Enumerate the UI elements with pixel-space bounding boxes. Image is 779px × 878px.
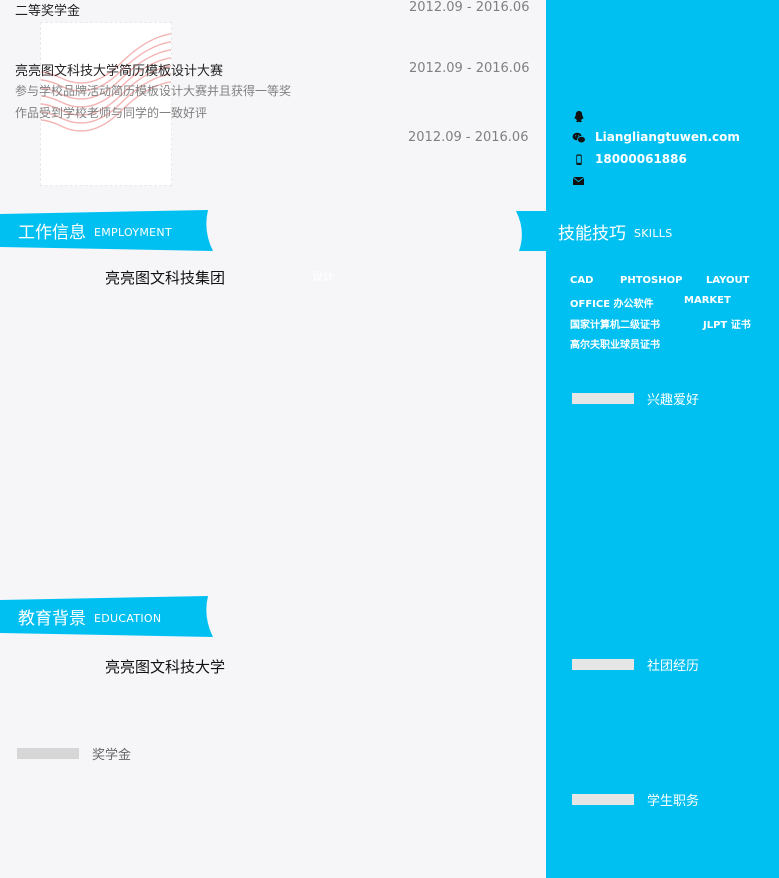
- skills-ribbon: 技能技巧 SKILLS: [515, 211, 779, 251]
- award-date: 2012.09 - 2016.06: [409, 61, 530, 76]
- wechat-icon: [572, 132, 586, 144]
- skill-tag: 国家计算机二级证书: [570, 320, 660, 331]
- award-date: 2012.09 - 2016.06: [408, 130, 529, 145]
- skill-tag: CAD: [570, 275, 594, 286]
- section-title-en: EMPLOYMENT: [94, 226, 172, 239]
- contact-phone-text: 18000061886: [595, 152, 687, 166]
- heading-bar: [17, 748, 79, 759]
- heading-label: 奖学金: [92, 748, 132, 763]
- award-title: 亮亮图文科技大学简历模板设计大赛: [15, 64, 224, 79]
- section-title: 技能技巧: [558, 224, 626, 244]
- school-name: 亮亮图文科技大学: [105, 658, 226, 676]
- skill-tag: LAYOUT: [706, 275, 750, 286]
- heading-bar: [572, 794, 634, 805]
- scholarship-heading: 奖学金: [17, 744, 177, 764]
- skill-tag: MARKET: [684, 295, 731, 306]
- skill-tag: 高尔夫职业球员证书: [570, 340, 660, 351]
- award-date: 2012.09 - 2016.06: [409, 0, 530, 15]
- award-description-line: 参与学校品牌活动简历模板设计大赛并且获得一等奖: [15, 84, 292, 98]
- hobbies-heading: 兴趣爱好: [572, 389, 752, 409]
- contact-wechat-text: Liangliangtuwen.com: [595, 130, 740, 144]
- clubs-heading: 社团经历: [572, 655, 752, 675]
- section-title-en: EDUCATION: [94, 612, 162, 625]
- section-title: 工作信息: [18, 223, 86, 243]
- skill-tag: JLPT 证书: [703, 320, 751, 331]
- envelope-icon: [572, 177, 585, 185]
- heading-label: 学生职务: [647, 794, 700, 809]
- award-description-line: 作品受到学校老师与同学的一致好评: [15, 106, 208, 120]
- education-ribbon: 教育背景 EDUCATION: [0, 596, 214, 637]
- roles-heading: 学生职务: [572, 790, 752, 810]
- company-name: 亮亮图文科技集团: [105, 269, 226, 287]
- mobile-phone-icon: [576, 154, 582, 165]
- heading-bar: [572, 393, 634, 404]
- section-title: 教育背景: [18, 609, 86, 629]
- heading-label: 兴趣爱好: [647, 393, 700, 408]
- award-title: 二等奖学金: [15, 4, 81, 19]
- heading-label: 社团经历: [647, 659, 700, 674]
- skill-tag: PHTOSHOP: [620, 275, 683, 286]
- employment-ribbon: 工作信息 EMPLOYMENT: [0, 210, 214, 251]
- skill-tag: OFFICE 办公软件: [570, 299, 654, 310]
- qq-icon: [574, 111, 584, 123]
- heading-bar: [572, 659, 634, 670]
- section-title-en: SKILLS: [634, 227, 673, 240]
- ghost-text: 设计: [312, 270, 334, 283]
